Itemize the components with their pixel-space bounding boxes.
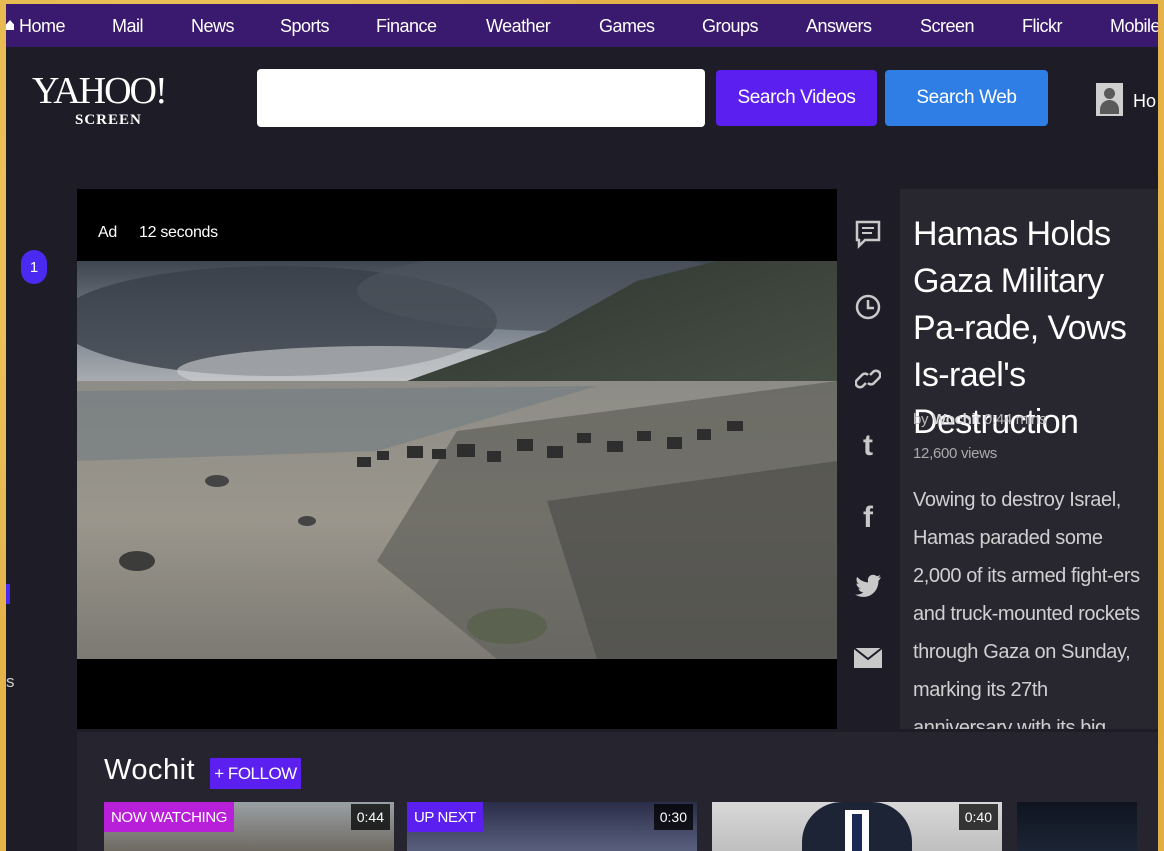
video-duration: 0:44 mins [983, 411, 1047, 428]
video-player[interactable]: Ad 12 seconds [77, 189, 837, 729]
nav-item-screen[interactable]: Screen [920, 16, 975, 37]
facebook-icon[interactable]: f [853, 501, 883, 535]
now-watching-label: NOW WATCHING [104, 802, 235, 832]
logo-subtitle: SCREEN [75, 112, 142, 128]
tumblr-icon[interactable]: t [853, 429, 883, 463]
thumbnail-duration: 0:30 [653, 804, 693, 830]
video-info-panel: Hamas Holds Gaza Military Pa-rade, Vows … [900, 189, 1158, 729]
video-frame[interactable] [77, 261, 837, 659]
home-icon [6, 20, 14, 30]
search-input[interactable] [257, 69, 705, 127]
comment-icon[interactable] [853, 217, 883, 251]
nav-item-sports[interactable]: Sports [280, 16, 330, 37]
notification-badge[interactable]: 1 [21, 250, 47, 284]
nav-item-mobile[interactable]: Mobile [1110, 16, 1158, 37]
logo-wordmark: YAHOO! [32, 70, 168, 112]
clock-icon[interactable] [853, 290, 883, 324]
user-label[interactable]: Ho [1133, 91, 1156, 112]
follow-button[interactable]: + FOLLOW [210, 758, 301, 789]
yahoo-screen-logo[interactable]: YAHOO! SCREEN [32, 70, 168, 128]
top-nav: Home Mail News Sports Finance Weather Ga… [6, 4, 1158, 47]
nav-item-finance[interactable]: Finance [376, 16, 437, 37]
nav-item-weather[interactable]: Weather [486, 16, 551, 37]
up-next-label: UP NEXT [407, 802, 483, 832]
nav-item-groups[interactable]: Groups [702, 16, 759, 37]
page: Home Mail News Sports Finance Weather Ga… [6, 4, 1158, 851]
video-author-link[interactable]: Wochit [932, 411, 980, 428]
share-column: t f [837, 189, 900, 729]
video-byline: by Wochit 0:44 mins [913, 411, 1047, 428]
video-description: Vowing to destroy Israel, Hamas paraded … [913, 489, 1140, 729]
mail-icon[interactable] [853, 641, 883, 675]
twitter-icon[interactable] [853, 569, 883, 603]
channel-strip: Wochit + FOLLOW NOW WATCHING 0:44 UP NEX… [77, 732, 1158, 851]
video-views: 12,600 views [913, 445, 997, 462]
nav-item-mail[interactable]: Mail [112, 16, 144, 37]
video-scene [77, 261, 837, 659]
thumbnail-up-next[interactable]: UP NEXT 0:30 [407, 802, 697, 851]
thumbnail-duration: 0:44 [350, 804, 390, 830]
link-icon[interactable] [853, 362, 883, 396]
nav-item-news[interactable]: News [191, 16, 235, 37]
ad-label: Ad [98, 224, 117, 241]
byline-prefix: by [913, 411, 929, 428]
nav-item-home[interactable]: Home [19, 16, 66, 37]
rail-indicator [6, 584, 10, 604]
channel-name[interactable]: Wochit [104, 754, 195, 787]
search-web-button[interactable]: Search Web [885, 70, 1048, 126]
nav-item-answers[interactable]: Answers [806, 16, 872, 37]
thumbnail-video[interactable] [1017, 802, 1137, 851]
user-avatar-icon[interactable] [1096, 83, 1123, 116]
nav-item-flickr[interactable]: Flickr [1022, 16, 1063, 37]
nav-item-games[interactable]: Games [599, 16, 655, 37]
thumbnail-now-watching[interactable]: NOW WATCHING 0:44 [104, 802, 394, 851]
ad-countdown: 12 seconds [139, 224, 218, 241]
rail-partial-text: s [6, 672, 15, 691]
thumbnail-video[interactable]: 0:40 [712, 802, 1002, 851]
thumbnail-duration: 0:40 [958, 804, 998, 830]
search-videos-button[interactable]: Search Videos [716, 70, 877, 126]
